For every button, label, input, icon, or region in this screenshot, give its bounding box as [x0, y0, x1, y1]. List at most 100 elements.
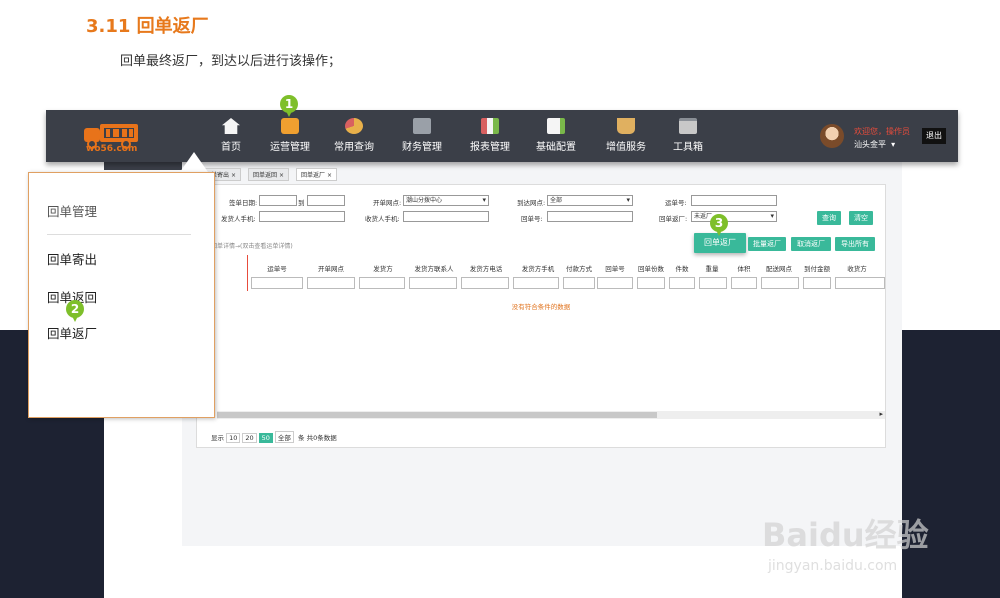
hint-text: 回单详情→(双击查看运单详情): [211, 243, 293, 250]
doc-description: 回单最终返厂，到达以后进行该操作；: [120, 54, 342, 69]
export-all-button[interactable]: 导出所有: [835, 237, 875, 251]
toolbox-icon: [679, 118, 697, 134]
horizontal-scrollbar[interactable]: ▸: [217, 410, 885, 419]
column-filter-input[interactable]: [307, 277, 355, 289]
menu-title: 回单管理: [47, 204, 98, 219]
nav-item-operations[interactable]: 运营管理: [268, 118, 312, 158]
column-filter-input[interactable]: [731, 277, 757, 289]
nav-item-label: 基础配置: [536, 142, 576, 153]
nav-item-toolbox[interactable]: 工具箱: [670, 118, 706, 158]
home-icon: [222, 118, 240, 134]
column-filter-input[interactable]: [461, 277, 509, 289]
arrive-site-select[interactable]: 全部: [547, 195, 633, 206]
nav-item-value-added[interactable]: 增值服务: [604, 118, 648, 158]
column-filter-input[interactable]: [835, 277, 885, 289]
column-header[interactable]: 到付金额: [801, 263, 833, 273]
page-size-10[interactable]: 10: [226, 433, 241, 443]
sidebar-strip: [104, 162, 182, 170]
nav-item-reports[interactable]: 报表管理: [468, 118, 512, 158]
truck-icon: [281, 118, 299, 134]
user-avatar[interactable]: [820, 124, 844, 148]
main-content: 签单日期: 到 开单网点: 潮山分拨中心 到达网点: 全部 运单号: 发货人手机…: [196, 184, 886, 448]
tab-label: 回单返厂: [301, 172, 326, 179]
menu-divider: [47, 234, 191, 235]
nav-item-common-query[interactable]: 常用查询: [332, 118, 376, 158]
edit-config-icon: [547, 118, 565, 134]
nav-item-label: 首页: [221, 142, 241, 153]
logout-button[interactable]: 退出: [922, 128, 946, 144]
column-header[interactable]: 发货方: [359, 263, 407, 273]
column-header[interactable]: 收货方: [837, 263, 877, 273]
nav-item-label: 报表管理: [470, 142, 510, 153]
close-icon[interactable]: ×: [279, 172, 284, 179]
column-header[interactable]: 发货方手机: [513, 263, 563, 273]
close-icon[interactable]: ×: [231, 172, 236, 179]
start-site-select[interactable]: 潮山分拨中心: [403, 195, 489, 206]
watermark-url: jingyan.baidu.com: [768, 558, 898, 574]
page-size-20[interactable]: 20: [242, 433, 257, 443]
column-header[interactable]: 付款方式: [561, 263, 597, 273]
column-filter-input[interactable]: [669, 277, 695, 289]
receiver-phone-input[interactable]: [403, 211, 489, 222]
return-status-label: 回单返厂:: [659, 215, 688, 223]
page-size-all[interactable]: 全部: [274, 431, 294, 443]
username-dropdown[interactable]: 汕头金平 ▾: [854, 139, 895, 150]
column-filter-input[interactable]: [803, 277, 831, 289]
batch-return-button[interactable]: 批量返厂: [748, 237, 786, 251]
menu-item-return-factory[interactable]: 回单返厂: [47, 323, 97, 342]
waybill-no-input[interactable]: [691, 195, 777, 206]
close-icon[interactable]: ×: [327, 172, 332, 179]
column-header[interactable]: 运单号: [251, 263, 303, 273]
column-header[interactable]: 体积: [731, 263, 757, 273]
column-header[interactable]: 重量: [699, 263, 725, 273]
welcome-text: 欢迎您，操作员: [854, 127, 910, 136]
empty-table-message: 没有符合条件的数据: [511, 303, 571, 311]
marker-pointer: [71, 314, 79, 322]
column-filter-input[interactable]: [699, 277, 727, 289]
sender-phone-input[interactable]: [259, 211, 345, 222]
column-filter-input[interactable]: [761, 277, 799, 289]
column-filter-input[interactable]: [513, 277, 559, 289]
sign-date-end-input[interactable]: [307, 195, 345, 206]
column-filter-input[interactable]: [563, 277, 595, 289]
tab-return-back[interactable]: 回单返回 ×: [248, 168, 289, 181]
waybill-no-label: 运单号:: [665, 199, 687, 207]
caret-down-icon: ▾: [888, 140, 896, 149]
column-filter-input[interactable]: [637, 277, 665, 289]
nav-item-basic-config[interactable]: 基础配置: [534, 118, 578, 158]
column-filter-input[interactable]: [251, 277, 303, 289]
scrollbar-thumb[interactable]: [217, 412, 657, 418]
tab-label: 回单返回: [253, 172, 278, 179]
sign-date-start-input[interactable]: [259, 195, 297, 206]
return-status-select[interactable]: 未返厂: [691, 211, 777, 222]
column-resize-line: [247, 255, 248, 291]
column-filter-input[interactable]: [409, 277, 457, 289]
column-header[interactable]: 开单网点: [307, 263, 355, 273]
column-header[interactable]: 回单份数: [635, 263, 667, 273]
cancel-return-button[interactable]: 取消返厂: [791, 237, 831, 251]
clear-button[interactable]: 清空: [849, 211, 873, 225]
column-filter-input[interactable]: [359, 277, 405, 289]
username-label: 汕头金平: [854, 140, 886, 149]
receipt-no-input[interactable]: [547, 211, 633, 222]
column-header[interactable]: 回单号: [597, 263, 633, 273]
column-header[interactable]: 件数: [669, 263, 695, 273]
logo-text: wo56.com: [86, 144, 138, 154]
column-filter-input[interactable]: [597, 277, 633, 289]
report-icon: [481, 118, 499, 134]
nav-item-label: 常用查询: [334, 142, 374, 153]
page-size-50[interactable]: 50: [258, 433, 273, 443]
scroll-right-arrow-icon[interactable]: ▸: [879, 410, 883, 418]
nav-item-label: 增值服务: [606, 142, 646, 153]
nav-item-home[interactable]: 首页: [216, 118, 246, 158]
query-button[interactable]: 查询: [817, 211, 841, 225]
sign-date-label: 签单日期:: [229, 199, 258, 207]
tab-return-factory[interactable]: 回单返厂 ×: [296, 168, 337, 181]
menu-item-return-send[interactable]: 回单寄出: [47, 249, 97, 268]
to-label: 到: [298, 199, 305, 207]
receipt-management-menu: 回单管理 回单寄出 回单返回 回单返厂: [28, 172, 215, 418]
column-header[interactable]: 发货方电话: [461, 263, 511, 273]
nav-item-finance[interactable]: 财务管理: [400, 118, 444, 158]
column-header[interactable]: 发货方联系人: [409, 263, 459, 273]
column-header[interactable]: 配送网点: [761, 263, 797, 273]
